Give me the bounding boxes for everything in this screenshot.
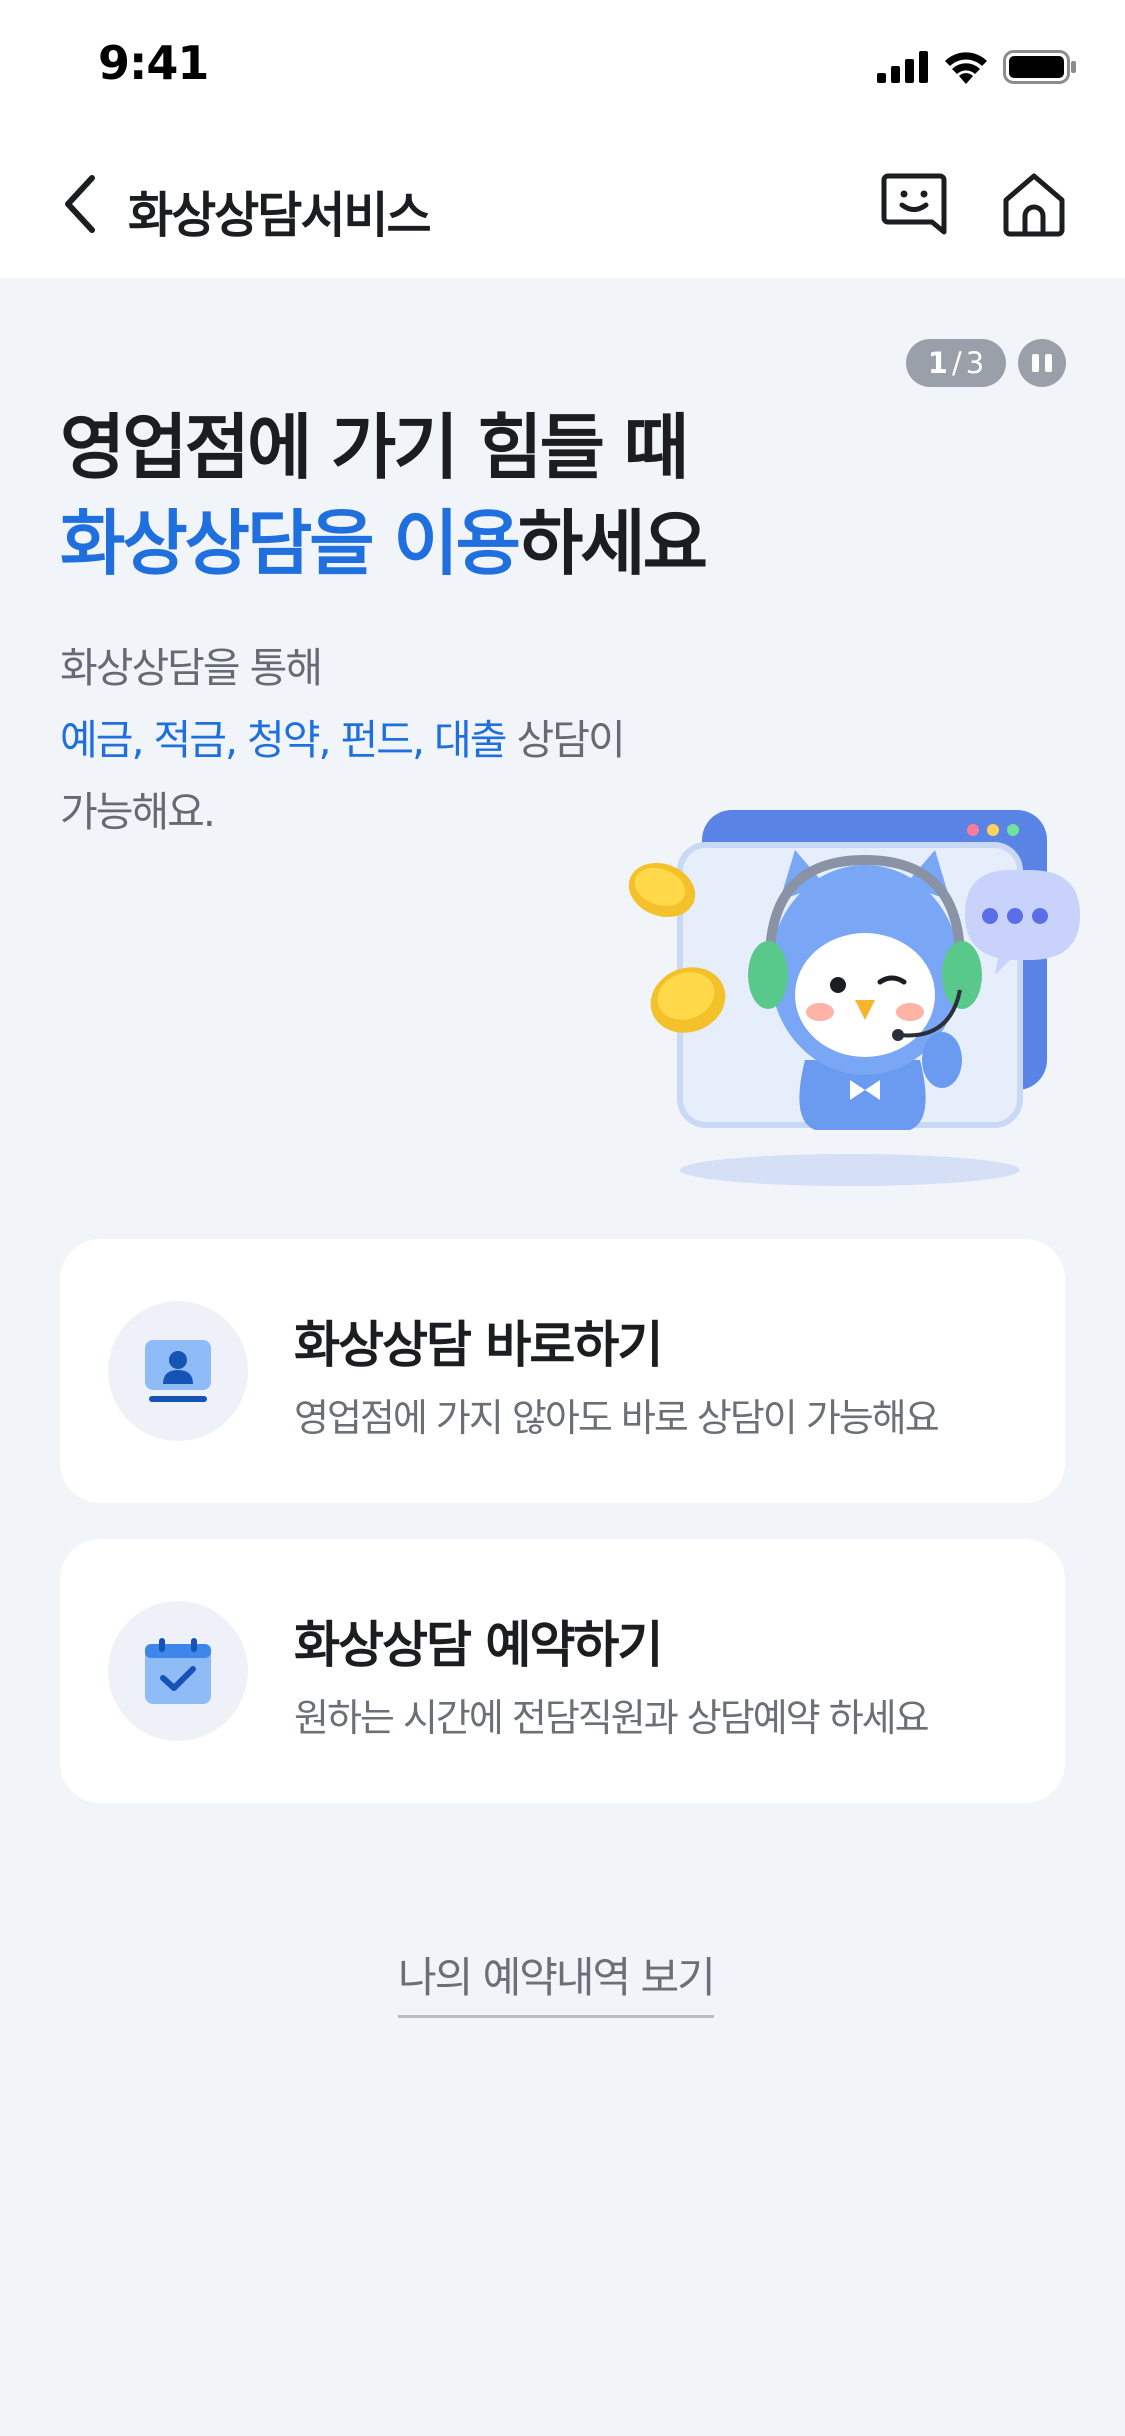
card-title: 화상상담 바로하기 <box>294 1316 663 1374</box>
slide-total: 3 <box>965 346 985 380</box>
video-consult-reserve-card[interactable]: 화상상담 예약하기 원하는 시간에 전담직원과 상담예약 하세요 <box>60 1539 1065 1803</box>
back-button[interactable] <box>50 168 110 240</box>
video-consult-now-card[interactable]: 화상상담 바로하기 영업점에 가지 않아도 바로 상담이 가능해요 <box>60 1239 1065 1503</box>
hero-desc-line2: 예금, 적금, 청약, 펀드, 대출 상담이 <box>60 704 626 776</box>
slide-counter: 1 / 3 <box>906 339 1006 387</box>
page-title: 화상상담서비스 <box>128 187 432 244</box>
chevron-left-icon <box>65 175 95 233</box>
hero-description: 화상상담을 통해 예금, 적금, 청약, 펀드, 대출 상담이 가능해요. <box>60 632 626 848</box>
status-time: 9:41 <box>98 36 209 90</box>
status-bar: 9:41 <box>0 0 1125 132</box>
hero-desc-line1: 화상상담을 통해 <box>60 644 323 692</box>
hero-title: 영업점에 가기 힘들 때 화상상담을 이용하세요 <box>60 400 708 592</box>
wifi-icon <box>945 52 987 84</box>
counselor-icon <box>145 1340 211 1402</box>
counselor-mascot-illustration <box>628 810 1080 1186</box>
slide-current: 1 <box>927 346 948 380</box>
hero-desc-line3: 가능해요. <box>60 788 216 836</box>
my-reservations-link[interactable]: 나의 예약내역 보기 <box>398 1944 716 2018</box>
home-button[interactable] <box>998 168 1070 240</box>
card-description: 원하는 시간에 전담직원과 상담예약 하세요 <box>294 1696 930 1740</box>
chatbot-button[interactable] <box>878 168 950 240</box>
hero-desc-highlight: 예금, 적금, 청약, 펀드, 대출 <box>60 716 507 764</box>
battery-icon <box>1003 50 1076 84</box>
page: 9:41 화상상담서비스 1 / 3 영업점에 가기 힘들 때 화상상담을 이용… <box>0 0 1125 2436</box>
card-icon-wrap <box>108 1601 248 1741</box>
hero-title-highlight: 화상상담을 이용 <box>60 502 521 585</box>
status-icons <box>877 50 1077 84</box>
hero-title-rest: 하세요 <box>517 502 708 585</box>
hero-title-line2: 화상상담을 이용하세요 <box>60 496 708 592</box>
chat-smile-icon <box>881 173 947 235</box>
card-icon-wrap <box>108 1301 248 1441</box>
pause-button[interactable] <box>1018 339 1066 387</box>
home-icon <box>1003 173 1065 237</box>
pause-bar-left <box>1032 354 1039 372</box>
cellular-signal-icon <box>877 51 928 83</box>
hero-title-line1: 영업점에 가기 힘들 때 <box>60 406 689 489</box>
card-description: 영업점에 가지 않아도 바로 상담이 가능해요 <box>294 1396 940 1440</box>
slide-separator: / <box>951 346 962 380</box>
hero-desc-rest: 상담이 <box>505 716 626 764</box>
nav-bar: 화상상담서비스 <box>0 132 1125 278</box>
pause-bar-right <box>1045 354 1052 372</box>
calendar-check-icon <box>145 1638 211 1704</box>
card-title: 화상상담 예약하기 <box>294 1616 663 1674</box>
